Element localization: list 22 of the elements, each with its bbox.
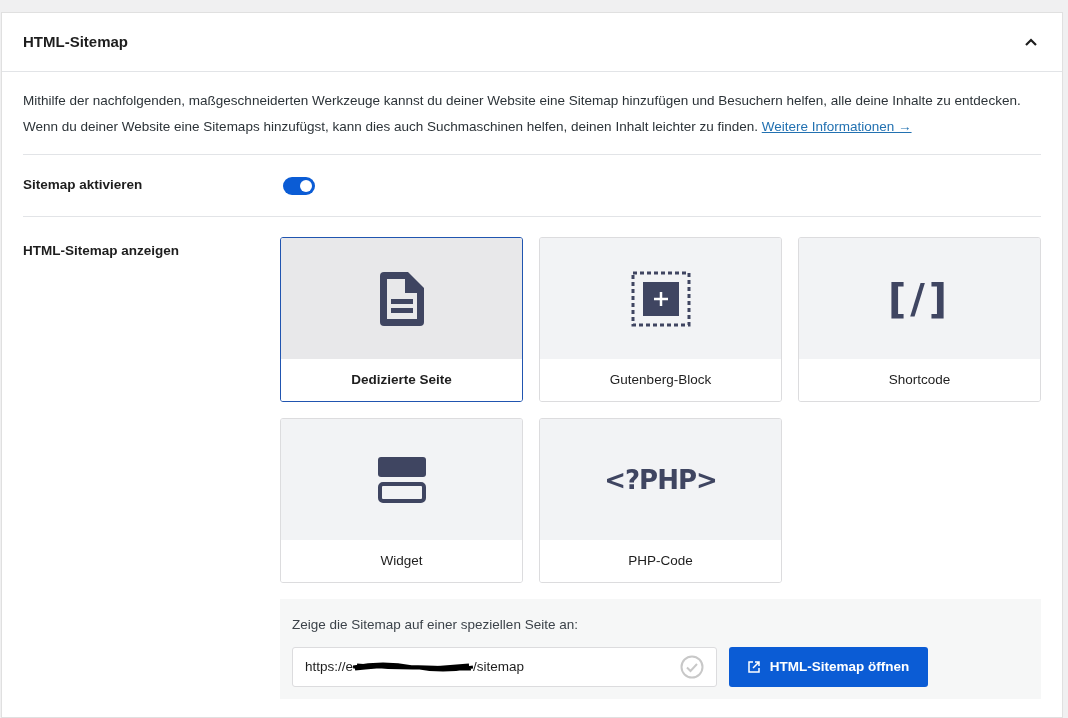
- option-card[interactable]: Widget: [280, 418, 523, 583]
- url-field[interactable]: https://e /sitemap: [292, 647, 717, 688]
- chevron-up-icon: [1024, 37, 1038, 47]
- check-icon: [680, 655, 704, 680]
- document-icon: [377, 269, 426, 328]
- open-sitemap-button[interactable]: HTML-Sitemap öffnen: [729, 647, 928, 688]
- toggle-switch[interactable]: [283, 176, 315, 195]
- display-label: HTML-Sitemap anzeigen: [23, 242, 180, 260]
- widget-icon: [377, 456, 426, 503]
- external-link-icon: [747, 661, 760, 674]
- description-text: Mithilfe der nachfolgenden, maßgeschneiderten Werkzeuge kannst du deiner Website eine Sitemap hinzufügen und Besuchern helfen, alle deine Inhalte zu entdecken. Wenn du deiner Website eine Sitemaps hinzufügst, kann dies auch Suchmaschinen helfen, deinen Inhalt leichter zu finden. Weitere Informationen →: [23, 72, 1041, 155]
- option-card[interactable]: [/] Shortcode: [798, 237, 1041, 402]
- code-icon: <?PHP>: [604, 466, 717, 493]
- code-icon: [/]: [887, 278, 952, 319]
- panel-title: HTML-Sitemap: [23, 31, 128, 52]
- option-card[interactable]: Gutenberg-Block: [539, 237, 782, 402]
- more-info-link[interactable]: Weitere Informationen →: [761, 119, 912, 134]
- option-card[interactable]: Dedizierte Seite: [280, 237, 523, 402]
- toggle-label: Sitemap aktivieren: [23, 176, 144, 195]
- option-card[interactable]: <?PHP> PHP-Code: [539, 418, 782, 583]
- add-block-icon: [630, 270, 691, 327]
- page-prompt: Zeige die Sitemap auf einer speziellen Seite an:: [292, 616, 579, 634]
